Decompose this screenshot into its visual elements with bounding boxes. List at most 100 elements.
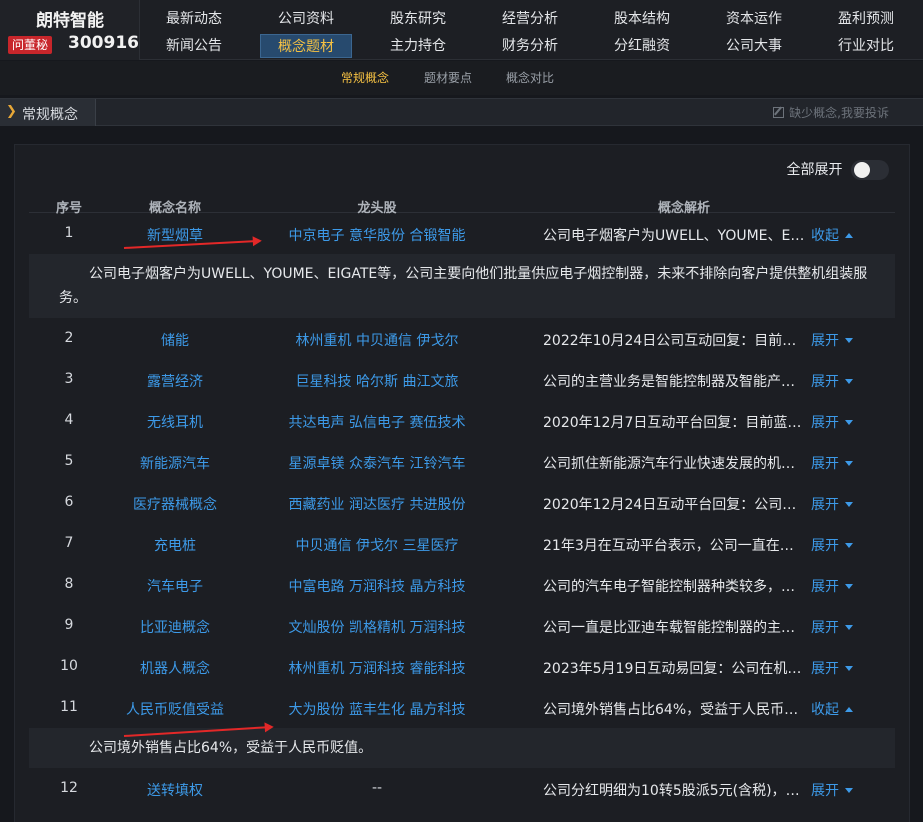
lead-stock-link[interactable]: 西藏药业 — [289, 497, 345, 513]
lead-stock-link[interactable]: 伊戈尔 — [416, 333, 458, 349]
nav-item[interactable]: 财务分析 — [484, 34, 576, 58]
expand-button[interactable]: 展开 — [811, 658, 853, 678]
lead-stock-link[interactable]: 三星医疗 — [402, 538, 458, 554]
company-name: 朗特智能 — [36, 11, 104, 31]
lead-stock-link[interactable]: 文灿股份 — [289, 620, 345, 636]
concept-name-link[interactable]: 无线耳机 — [109, 412, 241, 432]
expand-button[interactable]: 展开 — [811, 494, 853, 514]
caret-up-icon — [845, 233, 853, 238]
nav-item[interactable]: 概念题材 — [260, 34, 352, 58]
lead-stock-link[interactable]: 晶方科技 — [409, 702, 465, 718]
lead-stock-link[interactable]: 中贝通信 — [356, 333, 412, 349]
nav-item[interactable]: 经营分析 — [484, 7, 576, 31]
concept-name-link[interactable]: 比亚迪概念 — [109, 617, 241, 637]
lead-stock-link[interactable]: 星源卓镁 — [289, 456, 345, 472]
nav-item[interactable]: 公司资料 — [260, 7, 352, 31]
lead-stocks: 中京电子 意华股份 合锻智能 — [277, 225, 477, 245]
lead-stock-link[interactable]: 巨星科技 — [296, 374, 352, 390]
row-number: 1 — [64, 225, 74, 241]
subtab-concept-compare[interactable]: 概念对比 — [506, 67, 554, 89]
lead-stock-link[interactable]: 赛伍技术 — [409, 415, 465, 431]
toggle-label: 展开 — [811, 415, 839, 431]
concept-desc: 公司的汽车电子智能控制器种类较多，涉... — [543, 579, 805, 595]
lead-stock-link[interactable]: 润达医疗 — [349, 497, 405, 513]
lead-stock-link[interactable]: 共进股份 — [409, 497, 465, 513]
collapse-button[interactable]: 收起 — [811, 699, 853, 719]
table-row: 10 机器人概念 林州重机 万润科技 睿能科技 2023年5月19日互动易回复：公司在… — [29, 646, 895, 687]
table-row: 8 汽车电子 中富电路 万润科技 晶方科技 公司的汽车电子智能控制器种类较多，涉...… — [29, 564, 895, 605]
lead-stock-link[interactable]: 蓝丰生化 — [349, 702, 405, 718]
nav-item[interactable]: 股东研究 — [372, 7, 464, 31]
expand-button[interactable]: 展开 — [811, 412, 853, 432]
expand-button[interactable]: 展开 — [811, 780, 853, 800]
row-number: 7 — [64, 535, 74, 551]
lead-stock-link[interactable]: 林州重机 — [296, 333, 352, 349]
nav-item[interactable]: 分红融资 — [596, 34, 688, 58]
lead-stock-link[interactable]: 睿能科技 — [409, 661, 465, 677]
concept-name-link[interactable]: 送转填权 — [109, 780, 241, 800]
subtab-theme-points[interactable]: 题材要点 — [424, 67, 472, 89]
nav-item[interactable]: 主力持仓 — [372, 34, 464, 58]
expand-button[interactable]: 展开 — [811, 535, 853, 555]
lead-stock-link[interactable]: 曲江文旅 — [402, 374, 458, 390]
nav-item[interactable]: 股本结构 — [596, 7, 688, 31]
concept-name-link[interactable]: 机器人概念 — [109, 658, 241, 678]
lead-stock-link[interactable]: 凯格精机 — [349, 620, 405, 636]
lead-stocks: 共达电声 弘信电子 赛伍技术 — [277, 412, 477, 432]
expand-button[interactable]: 展开 — [811, 453, 853, 473]
lead-stocks: 大为股份 蓝丰生化 晶方科技 — [277, 699, 477, 719]
subtab-regular-concepts[interactable]: 常规概念 — [341, 67, 389, 89]
caret-down-icon — [845, 666, 853, 671]
lead-stock-link[interactable]: 哈尔斯 — [356, 374, 398, 390]
nav-item[interactable]: 盈利预测 — [820, 7, 912, 31]
lead-stock-link[interactable]: 江铃汽车 — [409, 456, 465, 472]
nav-item[interactable]: 最新动态 — [148, 7, 240, 31]
lead-stock-link[interactable]: 弘信电子 — [349, 415, 405, 431]
expand-button[interactable]: 展开 — [811, 617, 853, 637]
lead-stocks: 中富电路 万润科技 晶方科技 — [277, 576, 477, 596]
ask-secretary-badge[interactable]: 问董秘 — [8, 36, 53, 54]
concept-desc: 2023年5月19日互动易回复：公司在机器... — [543, 661, 805, 677]
report-missing-concept-link[interactable]: 缺少概念,我要投诉 — [773, 104, 889, 121]
concept-name-link[interactable]: 医疗器械概念 — [109, 494, 241, 514]
concept-table-body: 1 新型烟草 中京电子 意华股份 合锻智能 公司电子烟客户为UWELL、YOUME、E… — [29, 213, 895, 809]
collapse-button[interactable]: 收起 — [811, 225, 853, 245]
concept-name-link[interactable]: 新能源汽车 — [109, 453, 241, 473]
concept-desc: 公司分红明细为10转5股派5元(含税)，除... — [543, 783, 805, 799]
toggle-label: 展开 — [811, 579, 839, 595]
concept-name-link[interactable]: 人民币贬值受益 — [109, 699, 241, 719]
concept-name-link[interactable]: 充电桩 — [109, 535, 241, 555]
lead-stock-link[interactable]: 晶方科技 — [409, 579, 465, 595]
expand-button[interactable]: 展开 — [811, 576, 853, 596]
lead-stock-link[interactable]: 大为股份 — [289, 702, 345, 718]
concept-desc: 2020年12月7日互动平台回复：目前蓝牙... — [543, 415, 805, 431]
nav-item[interactable]: 资本运作 — [708, 7, 800, 31]
concept-desc: 21年3月在互动平台表示，公司一直在代... — [543, 538, 805, 554]
lead-stock-link[interactable]: 万润科技 — [349, 661, 405, 677]
lead-stock-link[interactable]: 共达电声 — [289, 415, 345, 431]
lead-stock-link[interactable]: 万润科技 — [349, 579, 405, 595]
lead-stock-link[interactable]: 伊戈尔 — [356, 538, 398, 554]
lead-stock-link[interactable]: 中京电子 — [289, 228, 345, 244]
section-bar: ❯ 常规概念 缺少概念,我要投诉 — [0, 98, 923, 126]
toggle-label: 展开 — [811, 456, 839, 472]
table-row: 4 无线耳机 共达电声 弘信电子 赛伍技术 2020年12月7日互动平台回复：目前蓝牙… — [29, 400, 895, 441]
concept-name-link[interactable]: 露营经济 — [109, 371, 241, 391]
nav-item[interactable]: 公司大事 — [708, 34, 800, 58]
expand-button[interactable]: 展开 — [811, 371, 853, 391]
lead-stocks: 文灿股份 凯格精机 万润科技 — [277, 617, 477, 637]
lead-stock-link[interactable]: 意华股份 — [349, 228, 405, 244]
concept-name-link[interactable]: 储能 — [109, 330, 241, 350]
lead-stock-link[interactable]: 众泰汽车 — [349, 456, 405, 472]
expand-button[interactable]: 展开 — [811, 330, 853, 350]
concept-name-link[interactable]: 汽车电子 — [109, 576, 241, 596]
nav-item[interactable]: 行业对比 — [820, 34, 912, 58]
nav-item[interactable]: 新闻公告 — [148, 34, 240, 58]
lead-stock-link[interactable]: 中富电路 — [289, 579, 345, 595]
concept-desc: 公司的主营业务是智能控制器及智能产品... — [543, 374, 805, 390]
lead-stock-link[interactable]: 中贝通信 — [296, 538, 352, 554]
caret-down-icon — [845, 625, 853, 630]
lead-stock-link[interactable]: 万润科技 — [409, 620, 465, 636]
lead-stock-link[interactable]: 林州重机 — [289, 661, 345, 677]
lead-stock-link[interactable]: 合锻智能 — [409, 228, 465, 244]
